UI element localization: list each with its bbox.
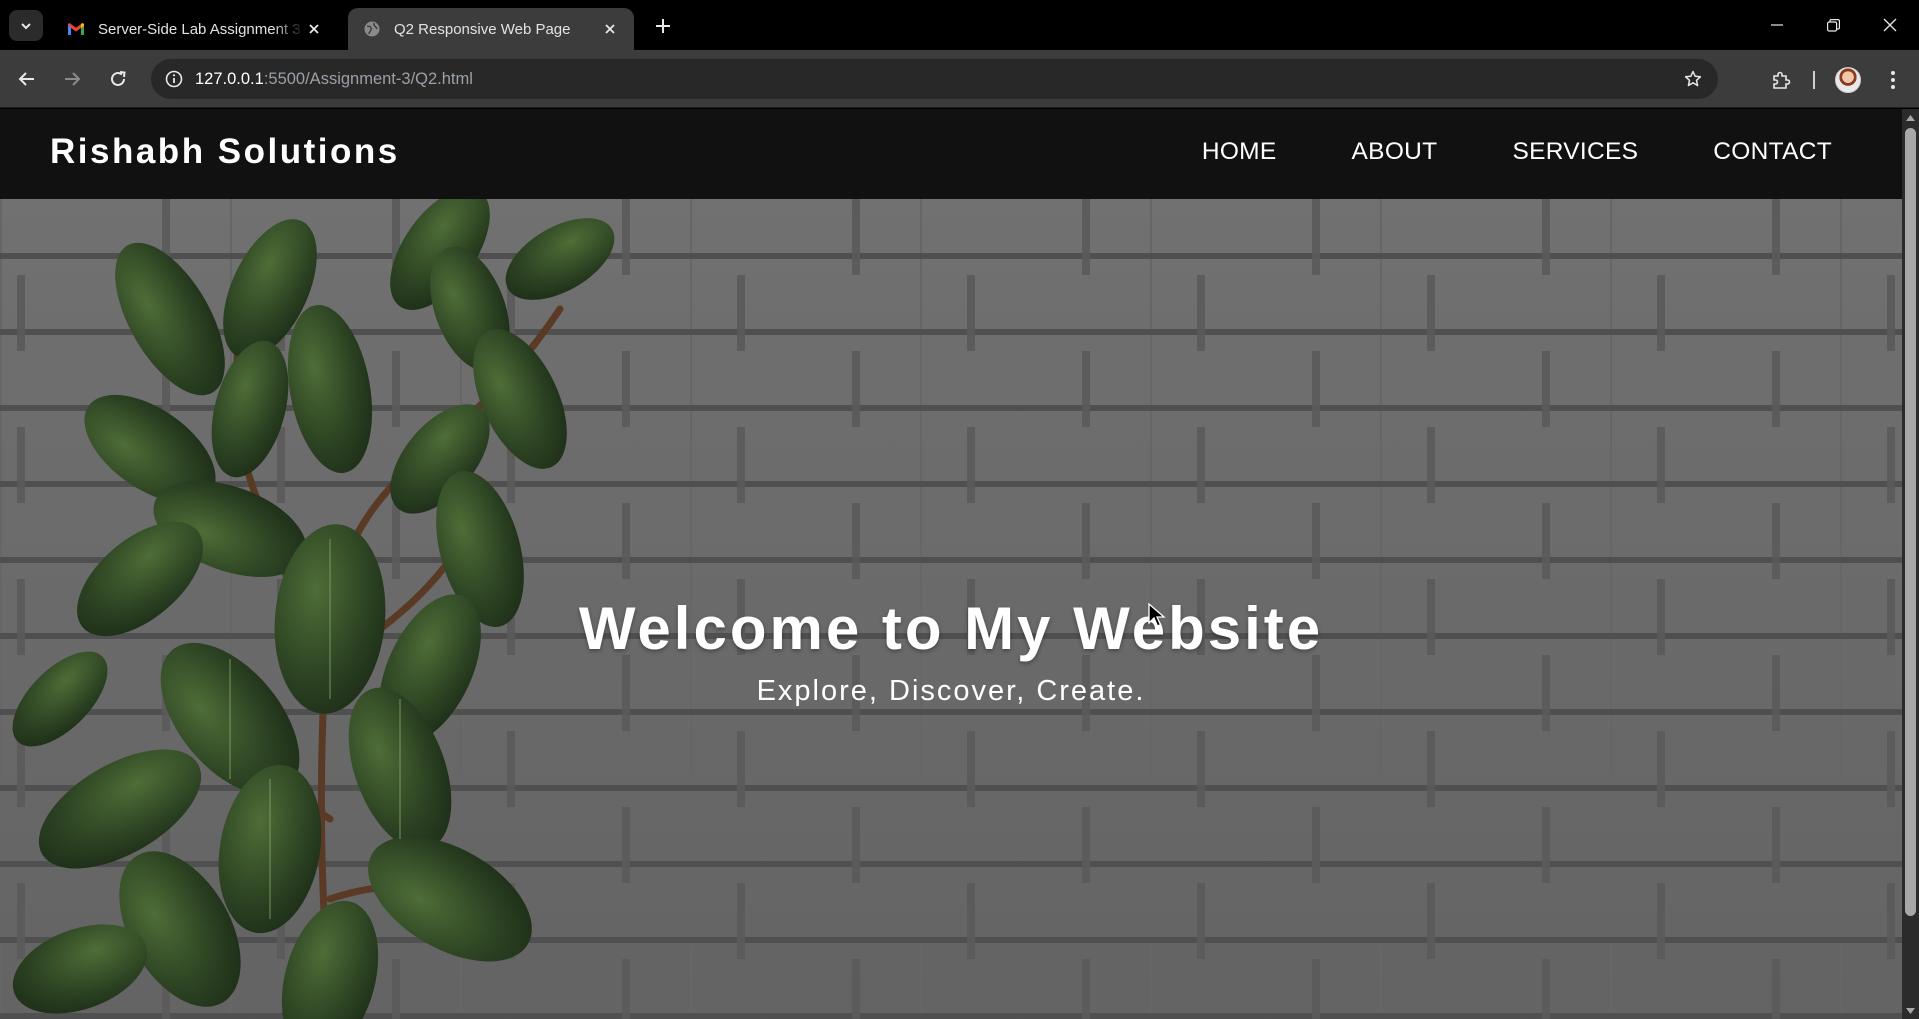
hero-subtitle: Explore, Discover, Create. — [756, 675, 1146, 707]
arrow-left-icon — [18, 72, 34, 86]
close-window-button[interactable] — [1867, 6, 1913, 44]
tab-q2-responsive[interactable]: Q2 Responsive Web Page — [348, 8, 634, 50]
site-nav: HOME ABOUT SERVICES CONTACT — [1127, 138, 1832, 166]
nav-link-contact[interactable]: CONTACT — [1713, 138, 1832, 166]
site-info-icon[interactable] — [160, 65, 188, 93]
close-icon — [1883, 18, 1897, 32]
tab-gmail[interactable]: Server-Side Lab Assignment 3 - — [52, 8, 338, 50]
tab-title: Server-Side Lab Assignment 3 - — [98, 20, 304, 38]
restore-button[interactable] — [1810, 6, 1856, 44]
minimize-icon — [1771, 24, 1783, 26]
new-tab-button[interactable] — [648, 12, 678, 40]
more-menu-icon[interactable] — [1878, 65, 1908, 95]
profile-avatar[interactable] — [1835, 67, 1861, 93]
restore-icon — [1826, 18, 1840, 32]
back-button[interactable] — [11, 63, 43, 95]
page-scrollbar[interactable] — [1902, 109, 1919, 1019]
forward-button[interactable] — [56, 63, 88, 95]
hero-title: Welcome to My Website — [578, 595, 1324, 662]
reload-button[interactable] — [102, 63, 134, 95]
browser-tab-strip: Server-Side Lab Assignment 3 - Q2 Respon… — [0, 0, 1919, 50]
reload-icon — [111, 71, 126, 86]
nav-link-home[interactable]: HOME — [1202, 138, 1277, 166]
scroll-down-arrow-icon[interactable] — [1902, 1002, 1919, 1019]
toolbar-divider — [1813, 71, 1815, 89]
minimize-button[interactable] — [1754, 6, 1800, 44]
mouse-cursor-icon — [1148, 603, 1166, 627]
arrow-right-icon — [65, 72, 81, 86]
scroll-up-arrow-icon[interactable] — [1902, 109, 1919, 126]
nav-link-about[interactable]: ABOUT — [1352, 138, 1438, 166]
scrollbar-thumb[interactable] — [1905, 128, 1916, 916]
close-icon[interactable] — [600, 19, 620, 39]
close-icon[interactable] — [304, 19, 324, 39]
address-bar[interactable]: 127.0.0.1:5500/Assignment-3/Q2.html — [151, 59, 1718, 99]
nav-link-services[interactable]: SERVICES — [1512, 138, 1638, 166]
tab-search-button[interactable] — [9, 10, 43, 41]
tab-title: Q2 Responsive Web Page — [394, 20, 571, 38]
url-path: :5500/Assignment-3/Q2.html — [263, 69, 473, 88]
star-icon[interactable] — [1680, 66, 1706, 92]
hero-text: Welcome to My Website Explore, Discover,… — [0, 594, 1902, 708]
site-logo[interactable]: Rishabh Solutions — [50, 132, 400, 172]
page-viewport: Rishabh Solutions HOME ABOUT SERVICES CO… — [0, 109, 1919, 1019]
chevron-down-icon — [21, 22, 31, 29]
plus-icon — [656, 19, 670, 33]
hero-section: Welcome to My Website Explore, Discover,… — [0, 199, 1902, 1019]
gmail-icon — [66, 19, 86, 39]
browser-toolbar: 127.0.0.1:5500/Assignment-3/Q2.html — [0, 50, 1919, 108]
globe-icon — [362, 19, 382, 39]
site-header: Rishabh Solutions HOME ABOUT SERVICES CO… — [0, 109, 1902, 199]
extensions-puzzle-icon[interactable] — [1766, 65, 1796, 95]
url-host: 127.0.0.1 — [195, 69, 264, 88]
